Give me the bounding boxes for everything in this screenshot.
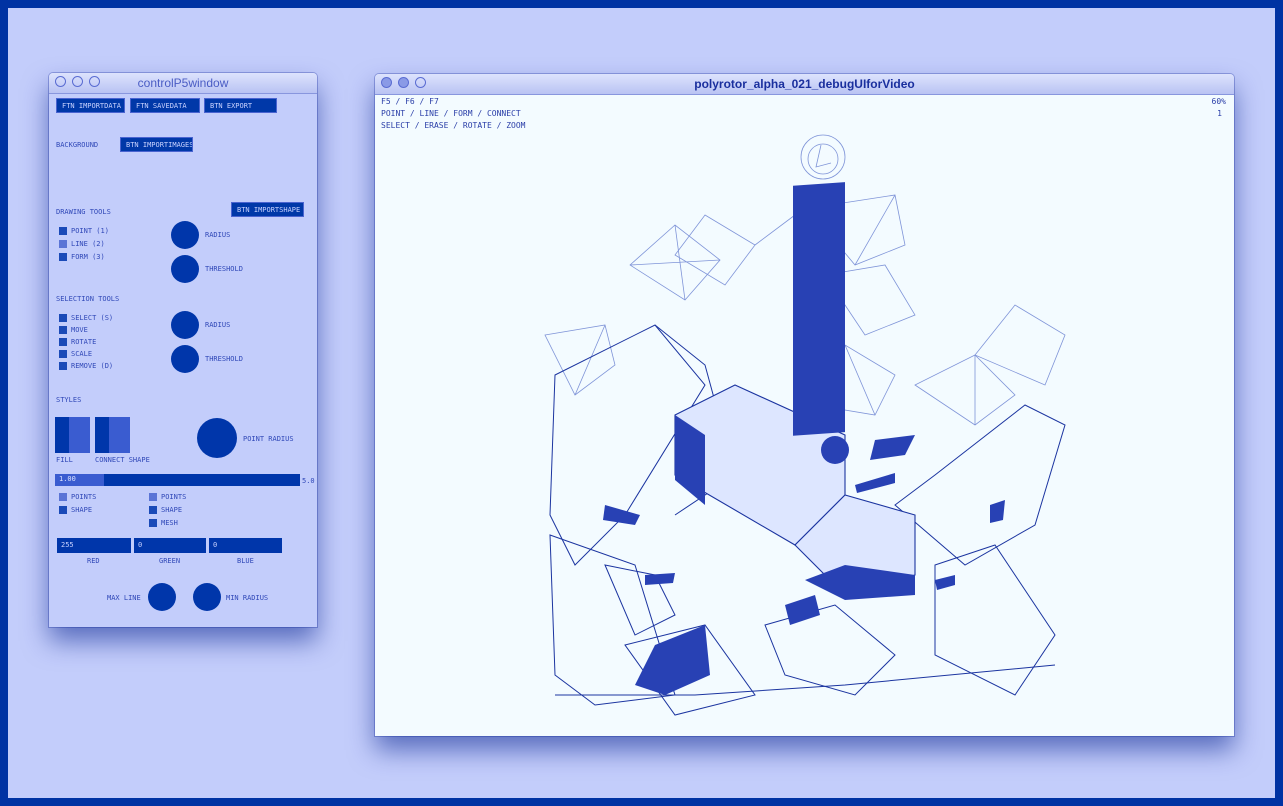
selection-threshold-knob[interactable] — [171, 345, 199, 373]
style-points-b-checkbox[interactable] — [149, 493, 157, 501]
style-shape-b-label: SHAPE — [161, 506, 183, 514]
connect-shape-toggle[interactable] — [95, 417, 130, 453]
tool-point-checkbox[interactable] — [59, 227, 67, 235]
style-shape-a[interactable]: SHAPE — [59, 506, 92, 514]
size-slider[interactable]: 1.00 — [55, 474, 300, 486]
tool-scale-label: SCALE — [71, 350, 93, 358]
import-data-button[interactable]: FTN IMPORTDATA — [56, 98, 125, 113]
fill-toggle[interactable] — [55, 417, 90, 453]
control-window: controlP5window FTN IMPORTDATA FTN SAVED… — [49, 73, 317, 627]
selection-radius-knob[interactable] — [171, 311, 199, 339]
radius-knob-label: RADIUS — [205, 231, 231, 239]
tool-scale[interactable]: SCALE — [59, 350, 92, 358]
radius-knob[interactable] — [171, 221, 199, 249]
save-data-button[interactable]: FTN SAVEDATA — [130, 98, 200, 113]
max-line-knob[interactable] — [148, 583, 176, 611]
tool-rotate[interactable]: ROTATE — [59, 338, 96, 346]
export-button[interactable]: BTN EXPORT — [204, 98, 277, 113]
tool-line[interactable]: LINE (2) — [59, 240, 105, 248]
tool-form-checkbox[interactable] — [59, 253, 67, 261]
fill-label: FILL — [56, 456, 73, 464]
blue-label: BLUE — [237, 557, 254, 565]
selection-threshold-label: THRESHOLD — [205, 355, 243, 363]
control-window-titlebar[interactable]: controlP5window — [49, 73, 317, 94]
render-window: polyrotor_alpha_021_debugUIforVideo F5 /… — [375, 74, 1234, 736]
style-mesh-label: MESH — [161, 519, 178, 527]
selection-tools-label: SELECTION TOOLS — [56, 295, 120, 303]
tool-rotate-label: ROTATE — [71, 338, 97, 346]
point-radius-knob[interactable] — [197, 418, 237, 458]
threshold-knob-label: THRESHOLD — [205, 265, 243, 273]
tool-line-checkbox[interactable] — [59, 240, 67, 248]
style-points-b-label: POINTS — [161, 493, 187, 501]
drawing-tools-label: DRAWING TOOLS — [56, 208, 111, 216]
style-shape-b-checkbox[interactable] — [149, 506, 157, 514]
tool-point-label: POINT (1) — [71, 227, 109, 235]
tool-select-label: SELECT (S) — [71, 314, 114, 322]
connect-shape-label: CONNECT SHAPE — [95, 456, 150, 464]
style-mesh[interactable]: MESH — [149, 519, 178, 527]
tool-scale-checkbox[interactable] — [59, 350, 67, 358]
tool-line-label: LINE (2) — [71, 240, 105, 248]
tool-remove-checkbox[interactable] — [59, 362, 67, 370]
tool-select-checkbox[interactable] — [59, 314, 67, 322]
tool-move-label: MOVE — [71, 326, 88, 334]
threshold-knob[interactable] — [171, 255, 199, 283]
control-window-title: controlP5window — [137, 76, 229, 90]
style-points-a[interactable]: POINTS — [59, 493, 96, 501]
style-shape-a-checkbox[interactable] — [59, 506, 67, 514]
min-radius-knob[interactable] — [193, 583, 221, 611]
polyrotor-drawing — [544, 134, 1066, 716]
tool-form[interactable]: FORM (3) — [59, 253, 105, 261]
style-points-a-label: POINTS — [71, 493, 97, 501]
style-points-a-checkbox[interactable] — [59, 493, 67, 501]
blue-field[interactable]: 0 — [209, 538, 282, 553]
red-label: RED — [87, 557, 100, 565]
style-points-b[interactable]: POINTS — [149, 493, 186, 501]
render-window-title: polyrotor_alpha_021_debugUIforVideo — [694, 77, 915, 91]
style-shape-a-label: SHAPE — [71, 506, 93, 514]
red-field[interactable]: 255 — [57, 538, 131, 553]
tool-move-checkbox[interactable] — [59, 326, 67, 334]
tool-select[interactable]: SELECT (S) — [59, 314, 113, 322]
render-window-titlebar[interactable]: polyrotor_alpha_021_debugUIforVideo — [375, 74, 1234, 95]
selection-radius-label: RADIUS — [205, 321, 231, 329]
style-shape-b[interactable]: SHAPE — [149, 506, 182, 514]
point-radius-label: POINT RADIUS — [243, 435, 294, 443]
tool-rotate-checkbox[interactable] — [59, 338, 67, 346]
tool-form-label: FORM (3) — [71, 253, 105, 261]
min-radius-label: MIN RADIUS — [226, 594, 269, 602]
tool-remove-label: REMOVE (D) — [71, 362, 114, 370]
import-shape-button[interactable]: BTN IMPORTSHAPE — [231, 202, 304, 217]
drawing-canvas[interactable]: F5 / F6 / F7 POINT / LINE / FORM / CONNE… — [375, 95, 1234, 736]
tool-point[interactable]: POINT (1) — [59, 227, 109, 235]
size-slider-value: 1.00 — [59, 475, 76, 483]
green-field[interactable]: 0 — [134, 538, 206, 553]
green-label: GREEN — [159, 557, 181, 565]
style-mesh-checkbox[interactable] — [149, 519, 157, 527]
styles-label: STYLES — [56, 396, 82, 404]
import-images-button[interactable]: BTN IMPORTIMAGES — [120, 137, 193, 152]
max-line-label: MAX LINE — [107, 594, 141, 602]
size-slider-max: 5.0 — [302, 477, 315, 485]
tool-move[interactable]: MOVE — [59, 326, 88, 334]
background-label: BACKGROUND — [56, 141, 99, 149]
tool-remove[interactable]: REMOVE (D) — [59, 362, 113, 370]
